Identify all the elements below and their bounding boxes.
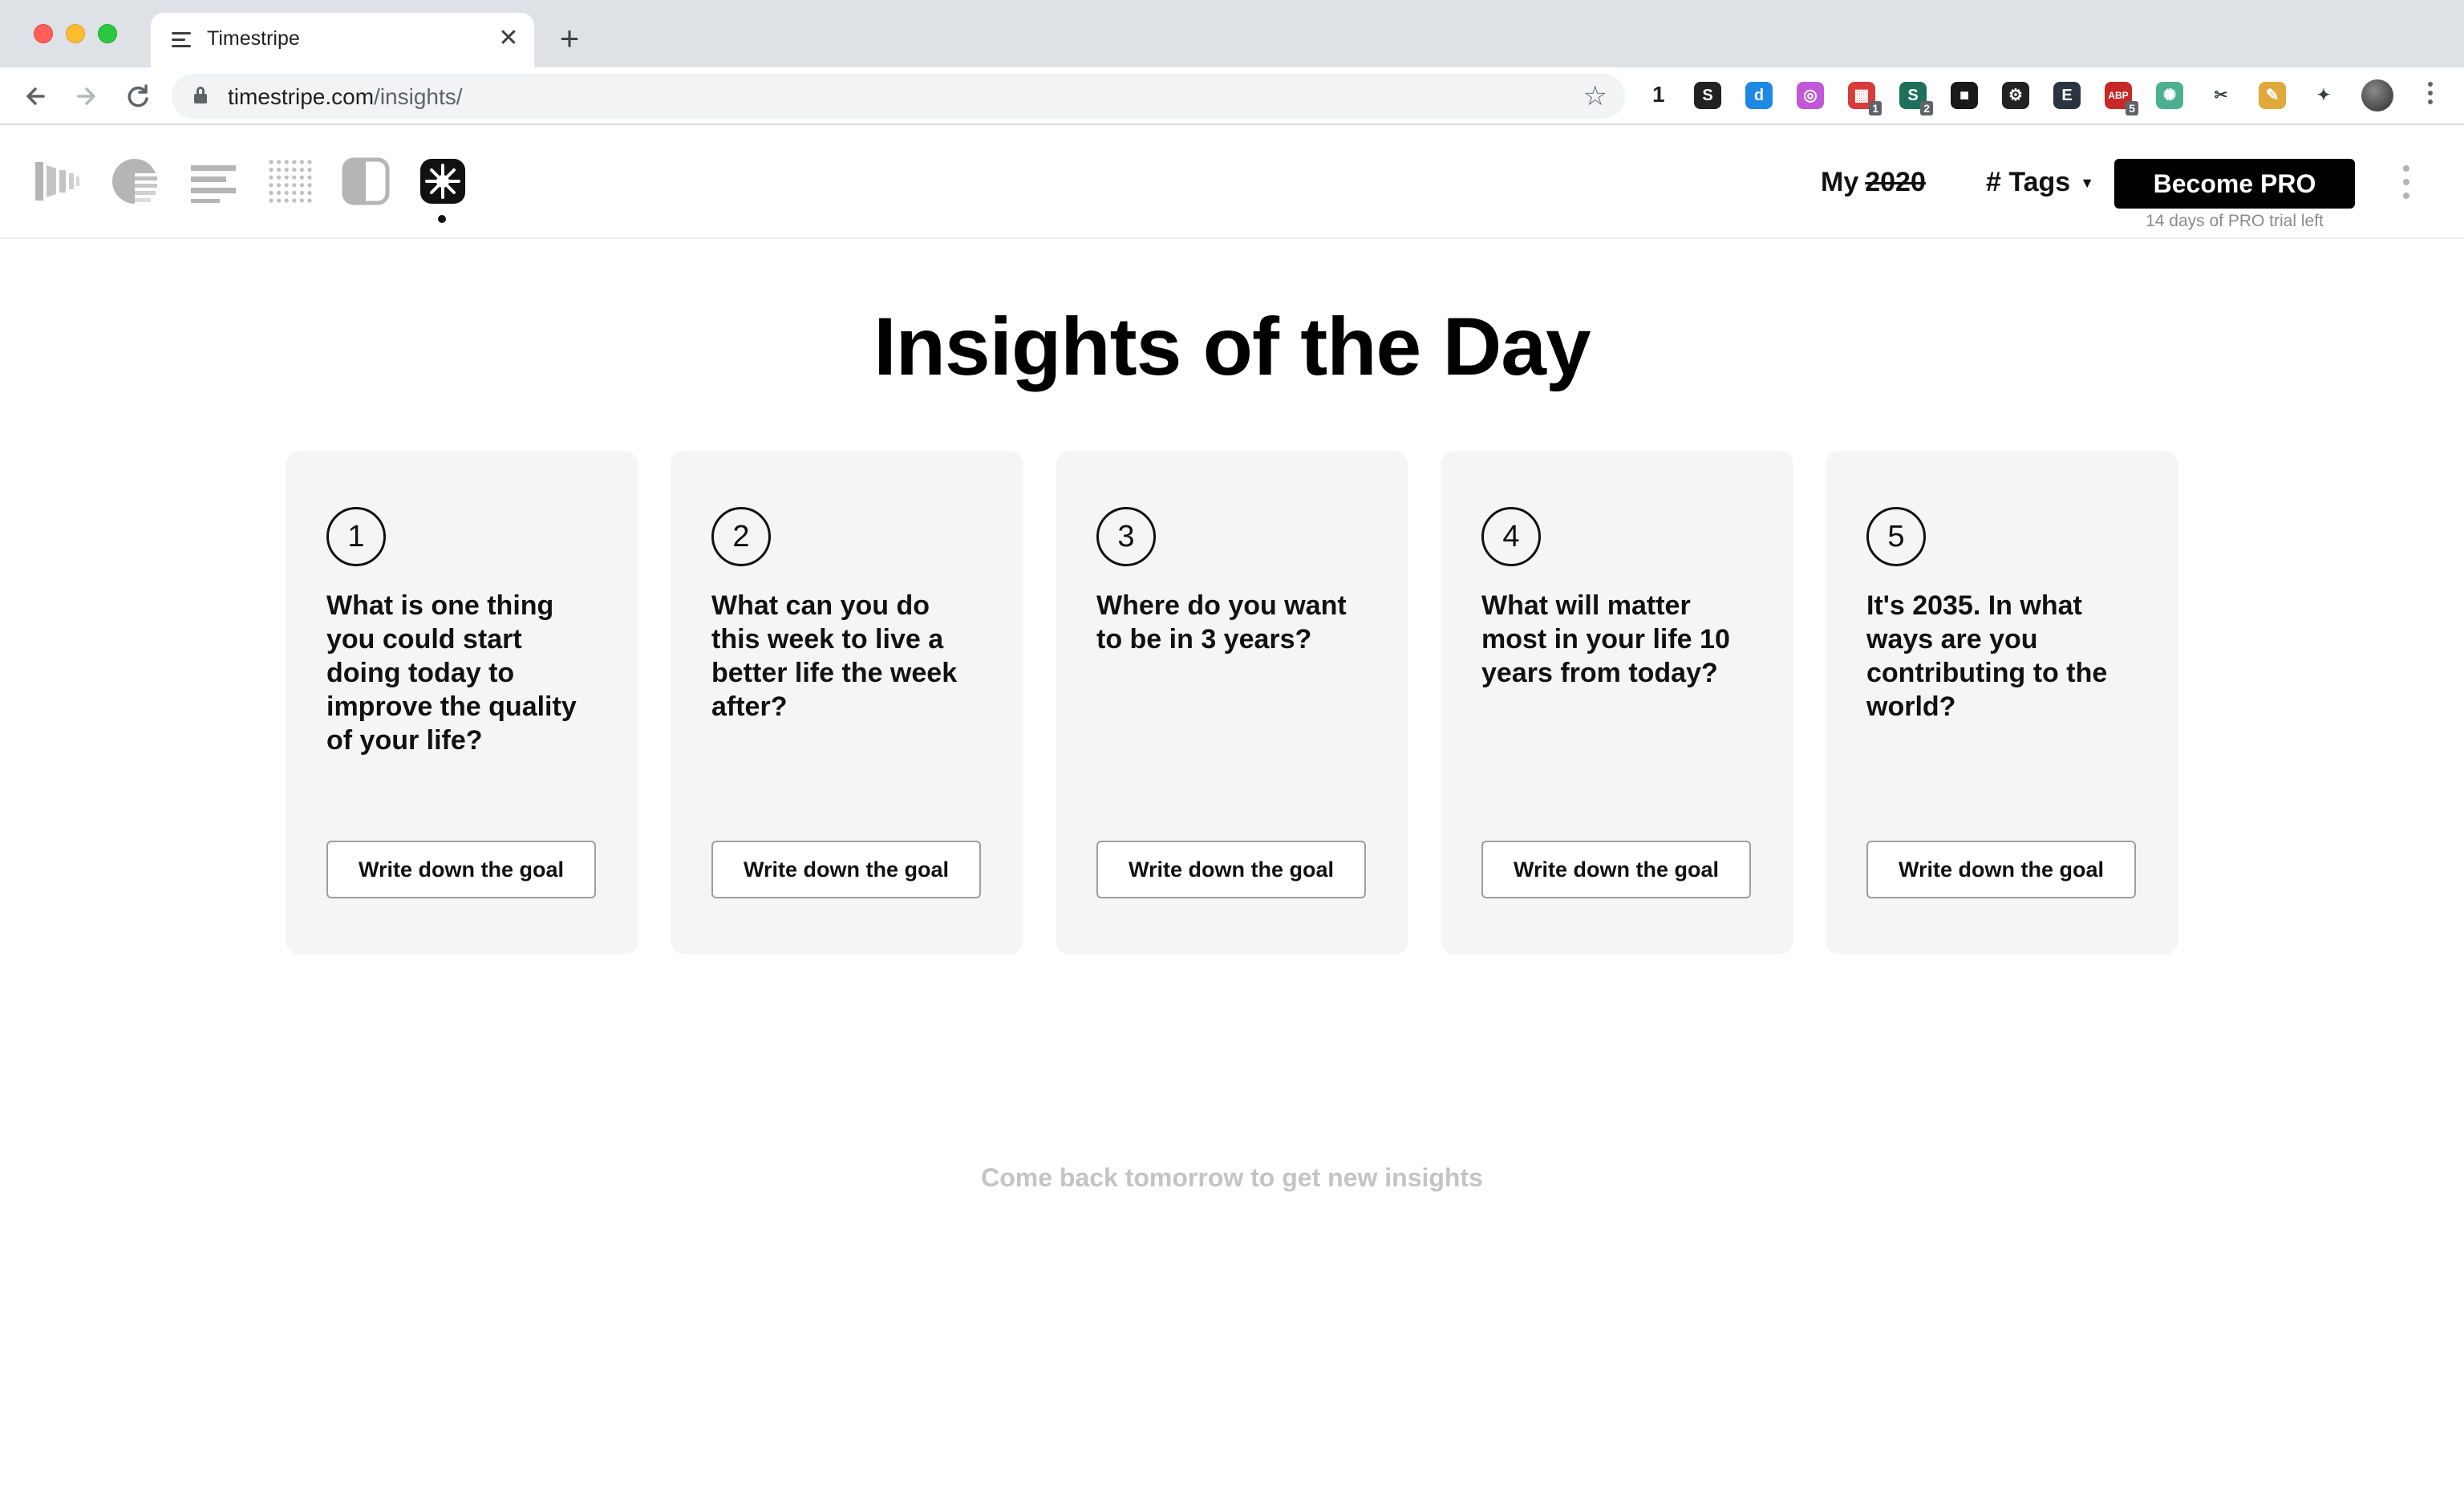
- card-question: What will matter most in your life 10 ye…: [1481, 590, 1730, 688]
- new-tab-button[interactable]: +: [553, 22, 586, 55]
- more-menu-icon[interactable]: [2398, 165, 2414, 205]
- write-goal-button[interactable]: Write down the goal: [1096, 841, 1366, 898]
- horizon-view-icon[interactable]: [111, 157, 159, 205]
- card-question: Where do you want to be in 3 years?: [1096, 590, 1347, 655]
- card-question: It's 2035. In what ways are you contribu…: [1866, 590, 2108, 722]
- extension-e-icon[interactable]: E: [2053, 82, 2081, 109]
- browser-tab-active[interactable]: Timestripe ✕: [151, 13, 534, 67]
- insight-cards: 1 What is one thing you could start doin…: [286, 451, 2178, 955]
- caret-down-icon: ▼: [2080, 175, 2095, 191]
- tab-title: Timestripe: [207, 27, 300, 50]
- forward-button[interactable]: [69, 79, 104, 114]
- page-favicon-icon: [172, 32, 191, 48]
- insight-card-2: 2 What can you do this week to live a be…: [671, 451, 1023, 955]
- write-goal-button[interactable]: Write down the goal: [1481, 841, 1751, 898]
- insights-view-icon[interactable]: [419, 157, 467, 205]
- list-view-icon[interactable]: [189, 157, 237, 205]
- tab-close-icon[interactable]: ✕: [494, 24, 523, 53]
- write-goal-button[interactable]: Write down the goal: [326, 841, 596, 898]
- insight-card-3: 3 Where do you want to be in 3 years? Wr…: [1056, 451, 1408, 955]
- bookmark-star-icon[interactable]: ☆: [1583, 80, 1607, 112]
- extension-film-icon[interactable]: ■: [1951, 82, 1978, 109]
- extension-s2-icon[interactable]: S2: [1899, 82, 1933, 116]
- trial-status-text: 14 days of PRO trial left: [2146, 212, 2324, 230]
- url-text[interactable]: timestripe.com/insights/: [228, 84, 463, 110]
- extension-target-icon[interactable]: ◎: [1797, 82, 1824, 109]
- card-number-badge: 1: [326, 507, 386, 566]
- extension-abp-icon[interactable]: ABP 5: [2105, 82, 2138, 116]
- extension-pencil-icon[interactable]: ✎: [2259, 82, 2286, 109]
- contrast-view-icon[interactable]: [342, 157, 390, 205]
- active-view-indicator: [438, 215, 446, 223]
- browser-menu-icon[interactable]: [2422, 82, 2438, 111]
- write-goal-button[interactable]: Write down the goal: [1866, 841, 2136, 898]
- extension-openai-icon[interactable]: ✺: [2156, 82, 2183, 109]
- tags-label: # Tags: [1986, 167, 2071, 197]
- card-number-badge: 2: [711, 507, 771, 566]
- extension-calendar-icon[interactable]: ▦ 1: [1848, 82, 1882, 116]
- card-question: What is one thing you could start doing …: [326, 590, 577, 756]
- extension-d-icon[interactable]: d: [1745, 82, 1773, 109]
- card-number-badge: 4: [1481, 507, 1541, 566]
- address-bar[interactable]: timestripe.com/insights/ ☆: [172, 74, 1625, 119]
- extension-badge: 2: [1920, 101, 1933, 116]
- back-button[interactable]: [18, 79, 53, 114]
- insight-card-4: 4 What will matter most in your life 10 …: [1441, 451, 1793, 955]
- columns-view-icon[interactable]: [34, 157, 82, 205]
- extensions-puzzle-icon[interactable]: ✦: [2310, 82, 2337, 109]
- browser-toolbar: timestripe.com/insights/ ☆ 1 Sd ◎ ▦ 1 S 2 ■ ⚙ E A…: [0, 67, 2464, 125]
- card-number-badge: 5: [1866, 507, 1926, 566]
- browser-tabstrip: Timestripe ✕ +: [0, 0, 2464, 67]
- extension-scissors-icon[interactable]: ✂: [2207, 82, 2235, 109]
- year-label: 2020: [1865, 167, 1926, 197]
- extension-wheel-icon[interactable]: ⚙: [2002, 82, 2029, 109]
- grid-view-icon[interactable]: [266, 157, 314, 205]
- reload-button[interactable]: [120, 79, 156, 114]
- profile-avatar[interactable]: [2361, 79, 2393, 111]
- maximize-window-button[interactable]: [98, 24, 117, 43]
- tags-dropdown[interactable]: # Tags ▼: [1986, 167, 2094, 198]
- my-year-selector[interactable]: My 2020: [1821, 167, 1926, 198]
- extension-count-label[interactable]: 1: [1652, 82, 1665, 107]
- url-host: timestripe.com: [228, 84, 375, 109]
- url-path: /insights/: [374, 84, 463, 109]
- insight-card-5: 5 It's 2035. In what ways are you contri…: [1826, 451, 2178, 955]
- insight-card-1: 1 What is one thing you could start doin…: [286, 451, 638, 955]
- page-title: Insights of the Day: [873, 301, 1591, 392]
- extension-badge: 5: [2126, 101, 2138, 116]
- minimize-window-button[interactable]: [66, 24, 85, 43]
- app-header: My 2020 # Tags ▼ Become PRO 14 days of PRO…: [0, 125, 2464, 239]
- come-back-note: Come back tomorrow to get new insights: [981, 1163, 1483, 1192]
- lock-icon[interactable]: [194, 87, 207, 104]
- become-pro-button[interactable]: Become PRO: [2114, 159, 2355, 209]
- extension-badge: 1: [1869, 101, 1882, 116]
- close-window-button[interactable]: [34, 24, 53, 43]
- extension-s-icon[interactable]: S: [1694, 82, 1721, 109]
- my-label: My: [1821, 167, 1859, 197]
- card-question: What can you do this week to live a bett…: [711, 590, 958, 722]
- write-goal-button[interactable]: Write down the goal: [711, 841, 981, 898]
- card-number-badge: 3: [1096, 507, 1156, 566]
